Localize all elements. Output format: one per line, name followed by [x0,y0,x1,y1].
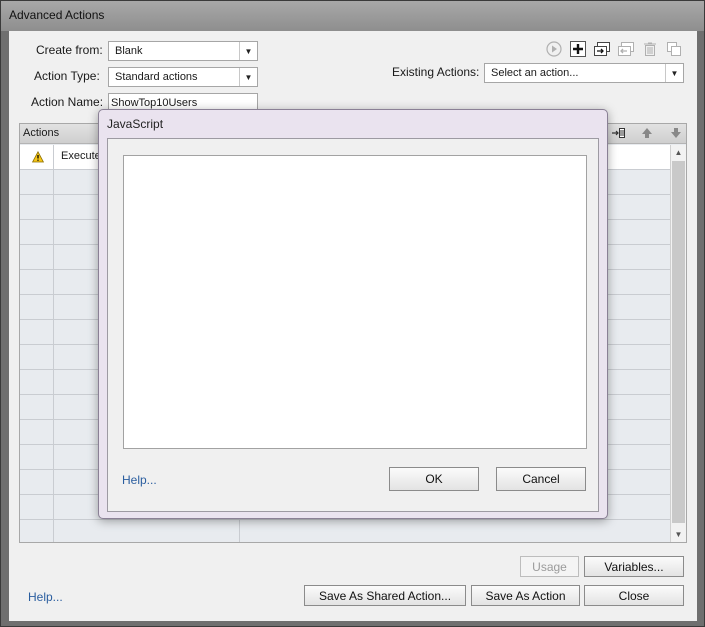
usage-button[interactable]: Usage [520,556,579,577]
existing-actions-value: Select an action... [491,67,579,79]
existing-actions-label: Existing Actions: [392,65,480,79]
close-button[interactable]: Close [584,585,684,606]
chevron-down-icon: ▼ [239,42,257,60]
save-as-action-button[interactable]: Save As Action [471,585,580,606]
scrollbar-thumb[interactable] [672,161,685,523]
row-status-cell [20,145,54,170]
javascript-dialog-body: Help... OK Cancel [107,138,599,512]
ok-button[interactable]: OK [389,467,479,491]
window-title: Advanced Actions [9,8,105,22]
scroll-up-icon[interactable]: ▲ [671,145,686,160]
javascript-editor[interactable] [123,155,587,449]
row-action-text: Execute [61,150,101,162]
preview-icon[interactable] [544,40,564,58]
existing-actions-select[interactable]: Select an action... ▼ [484,63,684,83]
insert-icon[interactable] [592,40,612,58]
javascript-dialog-title: JavaScript [107,117,164,131]
warning-icon [32,151,44,163]
advanced-actions-window: Advanced Actions Create from: Blank ▼ Ac… [0,0,705,627]
javascript-help-link[interactable]: Help... [122,473,157,487]
actions-grid-title: Actions [23,127,60,139]
duplicate-icon[interactable] [664,40,684,58]
create-from-select[interactable]: Blank ▼ [108,41,258,61]
chevron-down-icon: ▼ [665,64,683,82]
javascript-dialog: JavaScript Help... OK Cancel [98,109,608,519]
insert-row-icon[interactable] [611,126,625,143]
scroll-down-icon[interactable]: ▼ [671,527,686,542]
chevron-down-icon: ▼ [239,68,257,86]
remove-icon[interactable] [616,40,636,58]
table-row[interactable] [20,520,670,542]
variables-button[interactable]: Variables... [584,556,684,577]
window-titlebar: Advanced Actions [1,1,704,31]
move-up-icon[interactable] [640,126,654,143]
move-down-icon[interactable] [669,126,683,143]
action-name-label: Action Name: [31,95,104,109]
cancel-button[interactable]: Cancel [496,467,586,491]
actions-grid-scrollbar[interactable]: ▲ ▼ [670,145,686,542]
save-as-shared-action-button[interactable]: Save As Shared Action... [304,585,466,606]
create-from-value: Blank [115,45,143,57]
action-type-label: Action Type: [34,69,100,83]
create-from-label: Create from: [36,43,103,57]
delete-icon[interactable] [640,40,660,58]
help-link[interactable]: Help... [28,590,63,604]
action-type-select[interactable]: Standard actions ▼ [108,67,258,87]
action-type-value: Standard actions [115,71,198,83]
add-icon[interactable] [568,40,588,58]
